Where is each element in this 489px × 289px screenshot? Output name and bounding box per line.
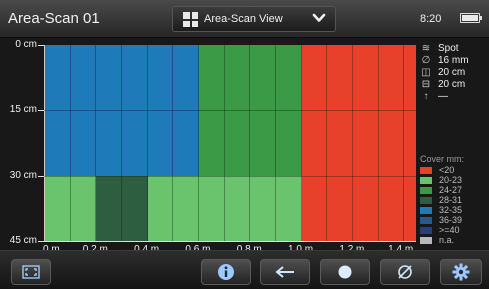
clock-time: 8:20 bbox=[420, 13, 442, 25]
legend-label: 28-31 bbox=[439, 195, 463, 205]
legend-label: >=40 bbox=[439, 225, 460, 235]
legend-item: 28-31 bbox=[420, 195, 463, 205]
grid-x-icon: ◫ bbox=[421, 67, 431, 78]
diameter-button[interactable] bbox=[380, 259, 430, 285]
setting-row: ≋ Spot bbox=[420, 43, 459, 55]
back-button[interactable] bbox=[260, 259, 310, 285]
battery-icon bbox=[460, 13, 482, 23]
view-selector-label: Area-Scan View bbox=[204, 13, 283, 25]
legend-swatch bbox=[420, 197, 432, 205]
grid-line-vertical bbox=[326, 45, 328, 241]
legend-label: 24-27 bbox=[439, 185, 463, 195]
setting-value: 16 mm bbox=[438, 55, 469, 66]
grid-line-vertical bbox=[69, 45, 71, 241]
grid-line-vertical bbox=[120, 45, 122, 241]
legend-swatch bbox=[420, 227, 432, 235]
setting-row: ◫ 20 cm bbox=[420, 67, 465, 79]
grid-line-vertical bbox=[197, 45, 199, 241]
grid-line-vertical bbox=[95, 45, 97, 241]
setting-row: ⊟ 20 cm bbox=[420, 79, 465, 91]
fullscreen-button[interactable] bbox=[11, 259, 51, 285]
y-tick-label: 30 cm bbox=[9, 169, 37, 181]
grid-line-vertical bbox=[377, 45, 379, 241]
setting-row: ↑ — bbox=[420, 91, 449, 103]
setting-value: Spot bbox=[438, 43, 459, 54]
grid-line-vertical bbox=[351, 45, 353, 241]
setting-value: 20 cm bbox=[438, 67, 466, 78]
grid-line-vertical bbox=[249, 45, 251, 241]
y-tick-label: 15 cm bbox=[9, 104, 37, 116]
gear-icon bbox=[452, 263, 470, 281]
fullscreen-icon bbox=[22, 265, 40, 279]
legend-swatch bbox=[420, 177, 432, 185]
setting-value: 20 cm bbox=[438, 79, 466, 90]
x-axis bbox=[44, 241, 416, 242]
legend-item: >=40 bbox=[420, 225, 460, 235]
grid-y-icon: ⊟ bbox=[421, 79, 431, 90]
legend-item: 32-35 bbox=[420, 205, 463, 215]
legend-swatch bbox=[420, 187, 432, 195]
grid-icon bbox=[183, 12, 198, 27]
setting-row: ∅ 16 mm bbox=[420, 55, 469, 67]
legend-label: <20 bbox=[439, 165, 455, 175]
cover-heatmap[interactable] bbox=[44, 45, 416, 241]
spot-icon: ≋ bbox=[421, 43, 431, 54]
legend-label: 36-39 bbox=[439, 215, 463, 225]
view-selector-dropdown[interactable]: Area-Scan View bbox=[172, 6, 336, 32]
legend-item: 20-23 bbox=[420, 175, 463, 185]
legend-label: 32-35 bbox=[439, 205, 463, 215]
grid-line-vertical bbox=[172, 45, 174, 241]
legend-item: 36-39 bbox=[420, 215, 463, 225]
legend-item: 24-27 bbox=[420, 185, 463, 195]
heatmap-cell[interactable] bbox=[301, 175, 416, 241]
grid-line-vertical bbox=[274, 45, 276, 241]
grid-line-vertical bbox=[403, 45, 405, 241]
grid-line-vertical bbox=[300, 45, 302, 241]
diameter-icon bbox=[398, 265, 412, 279]
y-tick-label: 0 cm bbox=[15, 39, 37, 50]
legend-label: n.a. bbox=[439, 235, 455, 245]
legend-item: n.a. bbox=[420, 235, 455, 245]
legend-swatch bbox=[420, 217, 432, 225]
device-screen: Area-Scan 01 Area-Scan View 8:20 0 cm 15 … bbox=[0, 0, 489, 289]
legend-title: Cover mm: bbox=[420, 154, 465, 164]
legend-swatch bbox=[420, 207, 432, 215]
area-scan-plot[interactable]: 0 cm15 cm30 cm45 cm 0 m0.2 m0.4 m0.6 m0.… bbox=[0, 38, 489, 255]
arrow-left-icon bbox=[275, 266, 294, 278]
grid-line-horizontal bbox=[44, 110, 416, 112]
settings-button[interactable] bbox=[440, 259, 482, 285]
chevron-down-icon bbox=[312, 13, 326, 22]
settings-panel: ≋ Spot ∅ 16 mm ◫ 20 cm ⊟ 20 cm ↑ — Cover mm: <20 2… bbox=[418, 40, 489, 248]
legend-swatch bbox=[420, 237, 432, 245]
record-icon bbox=[338, 265, 352, 279]
heatmap-cell[interactable] bbox=[45, 175, 97, 241]
legend-item: <20 bbox=[420, 165, 455, 175]
legend-label: 20-23 bbox=[439, 175, 463, 185]
legend-swatch bbox=[420, 167, 432, 175]
y-tick-label: 45 cm bbox=[9, 235, 37, 246]
arrow-up-icon: ↑ bbox=[423, 91, 429, 102]
grid-line-vertical bbox=[223, 45, 225, 241]
grid-line-horizontal bbox=[44, 175, 416, 177]
setting-value: — bbox=[438, 91, 448, 102]
diameter-icon: ∅ bbox=[421, 55, 431, 66]
grid-line-vertical bbox=[146, 45, 148, 241]
title-bar: Area-Scan 01 Area-Scan View 8:20 bbox=[0, 0, 489, 38]
info-button[interactable] bbox=[201, 259, 251, 285]
bottom-toolbar bbox=[0, 250, 489, 289]
info-icon bbox=[218, 264, 234, 280]
scan-title: Area-Scan 01 bbox=[8, 10, 100, 27]
record-button[interactable] bbox=[320, 259, 370, 285]
